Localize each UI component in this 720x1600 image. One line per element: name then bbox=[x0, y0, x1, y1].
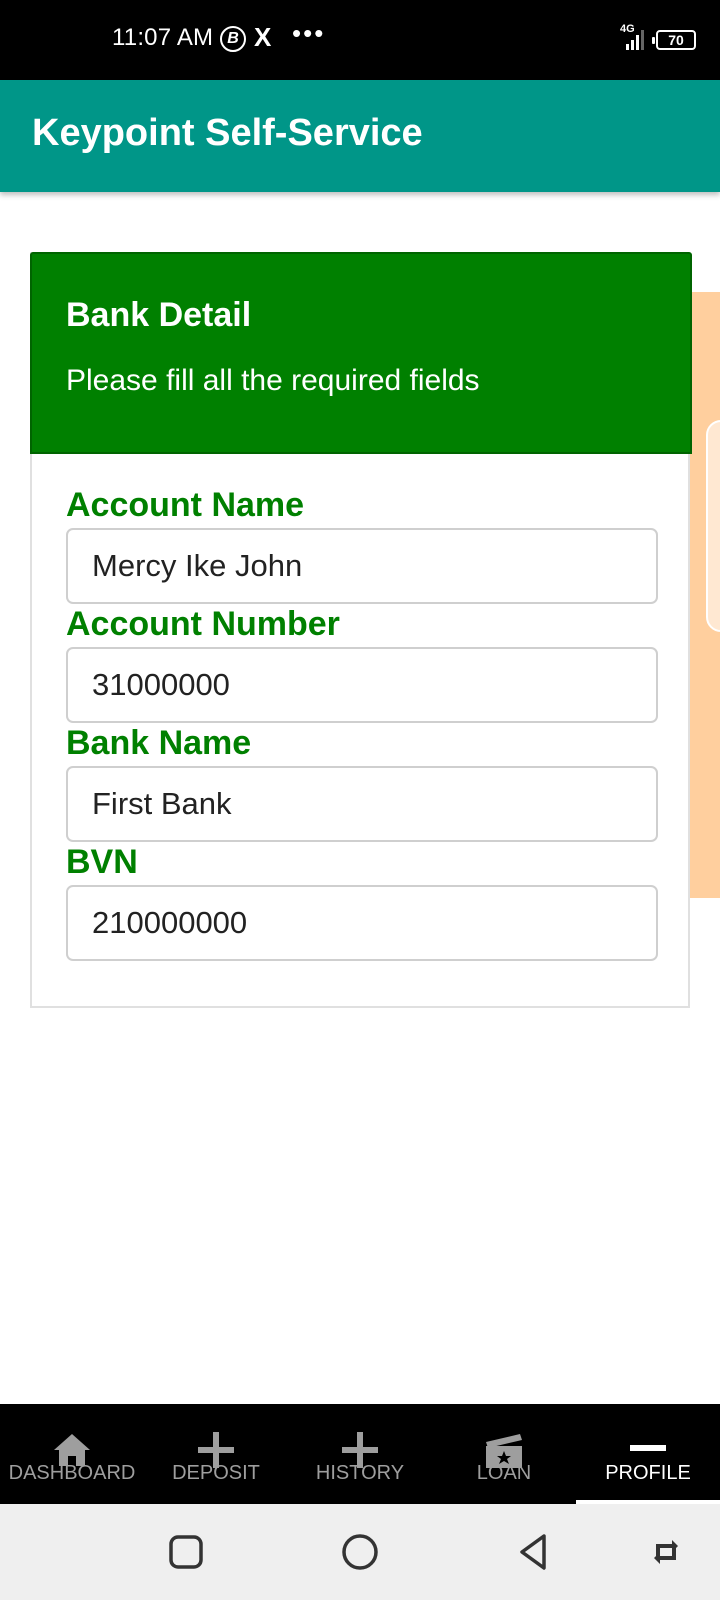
rotate-icon[interactable] bbox=[646, 1532, 686, 1572]
side-panel-handle[interactable] bbox=[706, 420, 720, 632]
nav-dashboard-label: DASHBOARD bbox=[8, 1462, 136, 1484]
account-number-field[interactable] bbox=[66, 647, 658, 723]
screen: 11:07 AM B X ••• 4G 70 Keypoint Self-Ser… bbox=[0, 0, 720, 1600]
battery-icon: 70 bbox=[652, 30, 696, 50]
b-notification-icon: B bbox=[220, 26, 246, 52]
more-notifications-icon: ••• bbox=[292, 18, 326, 48]
nav-dashboard[interactable]: DASHBOARD bbox=[0, 1404, 144, 1504]
bank-name-label: Bank Name bbox=[66, 724, 252, 762]
recents-icon[interactable] bbox=[166, 1532, 206, 1572]
nav-history[interactable]: HISTORY bbox=[288, 1404, 432, 1504]
x-notification-icon: X bbox=[254, 22, 272, 52]
card-subtitle: Please fill all the required fields bbox=[66, 364, 480, 397]
nav-deposit[interactable]: DEPOSIT bbox=[144, 1404, 288, 1504]
nav-profile[interactable]: PROFILE bbox=[576, 1404, 720, 1504]
bvn-field[interactable] bbox=[66, 885, 658, 961]
signal-icon bbox=[626, 28, 648, 50]
nav-loan[interactable]: LOAN bbox=[432, 1404, 576, 1504]
app-bar: Keypoint Self-Service bbox=[0, 80, 720, 192]
nav-profile-label: PROFILE bbox=[605, 1462, 691, 1484]
status-bar: 11:07 AM B X ••• 4G 70 bbox=[0, 0, 720, 80]
account-name-label: Account Name bbox=[66, 486, 305, 524]
back-icon[interactable] bbox=[514, 1532, 554, 1572]
nav-history-label: HISTORY bbox=[315, 1462, 405, 1484]
home-button-icon[interactable] bbox=[340, 1532, 380, 1572]
status-time: 11:07 AM bbox=[112, 24, 214, 51]
card-header: Bank Detail Please fill all the required… bbox=[30, 252, 692, 454]
account-number-label: Account Number bbox=[66, 605, 340, 643]
app-title: Keypoint Self-Service bbox=[32, 112, 423, 154]
bottom-nav: DASHBOARD DEPOSIT HISTORY LOAN PROFILE bbox=[0, 1404, 720, 1504]
account-name-field[interactable] bbox=[66, 528, 658, 604]
nav-deposit-label: DEPOSIT bbox=[172, 1462, 260, 1484]
bank-name-field[interactable] bbox=[66, 766, 658, 842]
bank-detail-card: Bank Detail Please fill all the required… bbox=[30, 252, 692, 1008]
system-nav-bar bbox=[0, 1504, 720, 1600]
card-title: Bank Detail bbox=[66, 296, 252, 334]
nav-loan-label: LOAN bbox=[476, 1462, 532, 1484]
bvn-label: BVN bbox=[66, 843, 138, 881]
